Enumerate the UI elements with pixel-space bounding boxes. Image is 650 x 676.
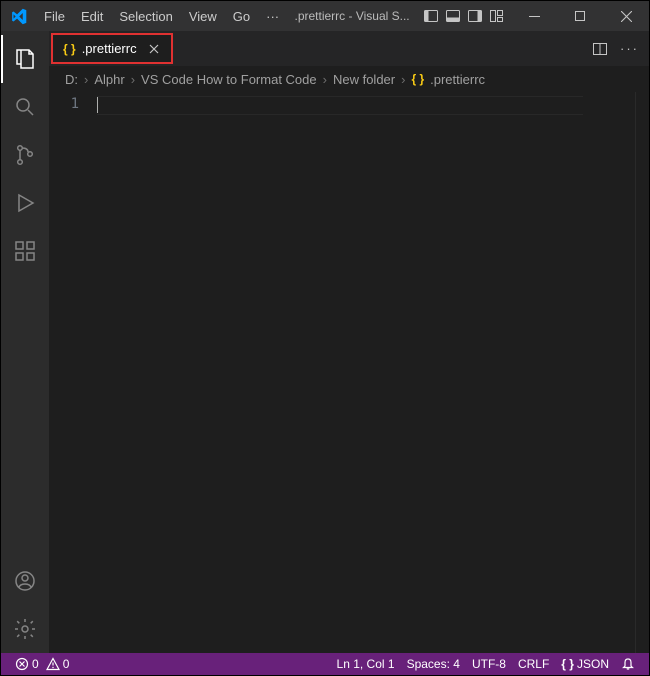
- chevron-right-icon: ›: [84, 72, 88, 87]
- editor-area: { } .prettierrc ··· D:› Alphr› VS Code H…: [49, 31, 649, 653]
- activity-source-control[interactable]: [1, 131, 49, 179]
- window-title: .prettierrc - Visual S...: [287, 9, 417, 23]
- menu-more[interactable]: ···: [258, 1, 287, 31]
- tab-filename: .prettierrc: [82, 41, 137, 56]
- crumb-file: { } .prettierrc: [411, 72, 485, 87]
- chevron-right-icon: ›: [401, 72, 405, 87]
- layout-controls: [417, 8, 511, 24]
- crumb-folder: New folder›: [333, 72, 405, 87]
- vscode-logo-icon: [1, 8, 36, 25]
- activity-search[interactable]: [1, 83, 49, 131]
- menu-bar: File Edit Selection View Go ···: [36, 1, 287, 31]
- error-icon: [15, 657, 29, 671]
- window-controls: [511, 1, 649, 31]
- menu-view[interactable]: View: [181, 1, 225, 31]
- json-file-icon: { }: [63, 42, 76, 56]
- main-area: { } .prettierrc ··· D:› Alphr› VS Code H…: [1, 31, 649, 653]
- crumb-folder: Alphr›: [94, 72, 135, 87]
- more-actions-icon[interactable]: ···: [620, 41, 639, 56]
- menu-edit[interactable]: Edit: [73, 1, 111, 31]
- customize-layout-icon[interactable]: [489, 8, 505, 24]
- activity-run-debug[interactable]: [1, 179, 49, 227]
- minimap[interactable]: [619, 92, 635, 653]
- status-language[interactable]: { } JSON: [555, 653, 615, 675]
- line-number: 1: [49, 96, 79, 112]
- chevron-right-icon: ›: [323, 72, 327, 87]
- menu-selection[interactable]: Selection: [111, 1, 180, 31]
- status-encoding[interactable]: UTF-8: [466, 653, 512, 675]
- breadcrumbs[interactable]: D:› Alphr› VS Code How to Format Code› N…: [49, 66, 649, 92]
- tab-actions: ···: [592, 31, 649, 66]
- bell-icon: [621, 657, 635, 671]
- tab-bar: { } .prettierrc ···: [49, 31, 649, 66]
- toggle-primary-sidebar-icon[interactable]: [423, 8, 439, 24]
- editor[interactable]: 1: [49, 92, 649, 653]
- status-eol[interactable]: CRLF: [512, 653, 555, 675]
- crumb-folder: VS Code How to Format Code›: [141, 72, 327, 87]
- menu-go[interactable]: Go: [225, 1, 258, 31]
- crumb-drive: D:›: [65, 72, 88, 87]
- json-icon: { }: [561, 657, 574, 671]
- maximize-button[interactable]: [557, 1, 603, 31]
- toggle-secondary-sidebar-icon[interactable]: [467, 8, 483, 24]
- json-file-icon: { }: [411, 72, 424, 86]
- close-button[interactable]: [603, 1, 649, 31]
- current-line-highlight: [97, 96, 583, 115]
- scrollbar[interactable]: [635, 92, 649, 653]
- activity-accounts[interactable]: [1, 557, 49, 605]
- chevron-right-icon: ›: [131, 72, 135, 87]
- warning-icon: [46, 657, 60, 671]
- minimize-button[interactable]: [511, 1, 557, 31]
- title-bar: File Edit Selection View Go ··· .prettie…: [1, 1, 649, 31]
- activity-explorer[interactable]: [1, 35, 49, 83]
- text-cursor: [97, 96, 98, 113]
- code-area[interactable]: [97, 92, 619, 653]
- status-cursor[interactable]: Ln 1, Col 1: [331, 653, 401, 675]
- status-problems[interactable]: 0 0: [9, 653, 75, 675]
- activity-settings[interactable]: [1, 605, 49, 653]
- status-indent[interactable]: Spaces: 4: [401, 653, 466, 675]
- split-editor-icon[interactable]: [592, 41, 608, 57]
- line-gutter: 1: [49, 92, 97, 653]
- activity-bar: [1, 31, 49, 653]
- tab-prettierrc[interactable]: { } .prettierrc: [51, 33, 173, 64]
- activity-extensions[interactable]: [1, 227, 49, 275]
- status-bar: 0 0 Ln 1, Col 1 Spaces: 4 UTF-8 CRLF { }…: [1, 653, 649, 675]
- status-feedback[interactable]: [615, 653, 641, 675]
- menu-file[interactable]: File: [36, 1, 73, 31]
- tab-close-icon[interactable]: [147, 42, 161, 56]
- toggle-panel-icon[interactable]: [445, 8, 461, 24]
